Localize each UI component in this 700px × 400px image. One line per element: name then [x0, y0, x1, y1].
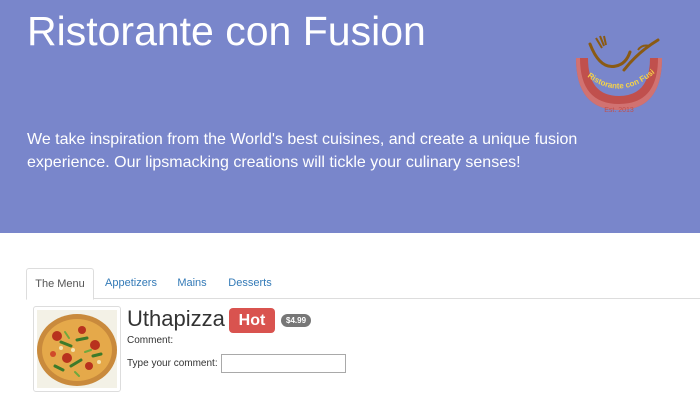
tab-mains[interactable]: Mains [168, 268, 216, 299]
type-comment-label: Type your comment: [127, 358, 218, 369]
price-badge: $4.99 [281, 314, 312, 327]
header-jumbotron: Ristorante con Fusion We take inspiratio… [0, 0, 700, 233]
pizza-image [37, 310, 117, 388]
dish-thumbnail [33, 306, 121, 392]
tab-desserts[interactable]: Desserts [218, 268, 282, 299]
restaurant-logo: Ristorante con Fusion Est. 2013 [566, 23, 670, 116]
hot-label: Hot [229, 308, 275, 333]
comment-input[interactable] [221, 354, 346, 373]
menu-tabs: The Menu Appetizers Mains Desserts [26, 268, 700, 300]
logo-graphic: Ristorante con Fusion Est. 2013 [566, 23, 662, 114]
page-title: Ristorante con Fusion [27, 8, 426, 54]
tab-appetizers[interactable]: Appetizers [96, 268, 166, 299]
tagline: We take inspiration from the World's bes… [27, 131, 578, 171]
tab-the-menu[interactable]: The Menu [26, 268, 94, 300]
logo-est-text: Est. 2013 [604, 107, 634, 114]
dish-name: Uthapizza [127, 306, 225, 331]
comment-label: Comment: [127, 335, 174, 346]
